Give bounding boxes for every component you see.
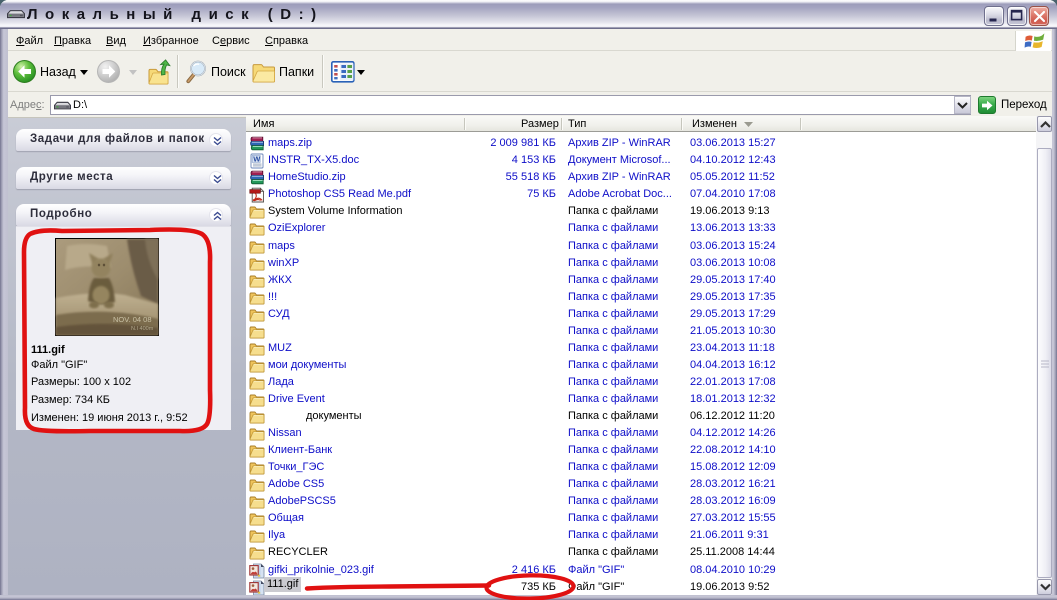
svg-text:N.I 400m: N.I 400m — [131, 326, 154, 332]
svg-text:NOV. 04 08: NOV. 04 08 — [113, 315, 152, 324]
